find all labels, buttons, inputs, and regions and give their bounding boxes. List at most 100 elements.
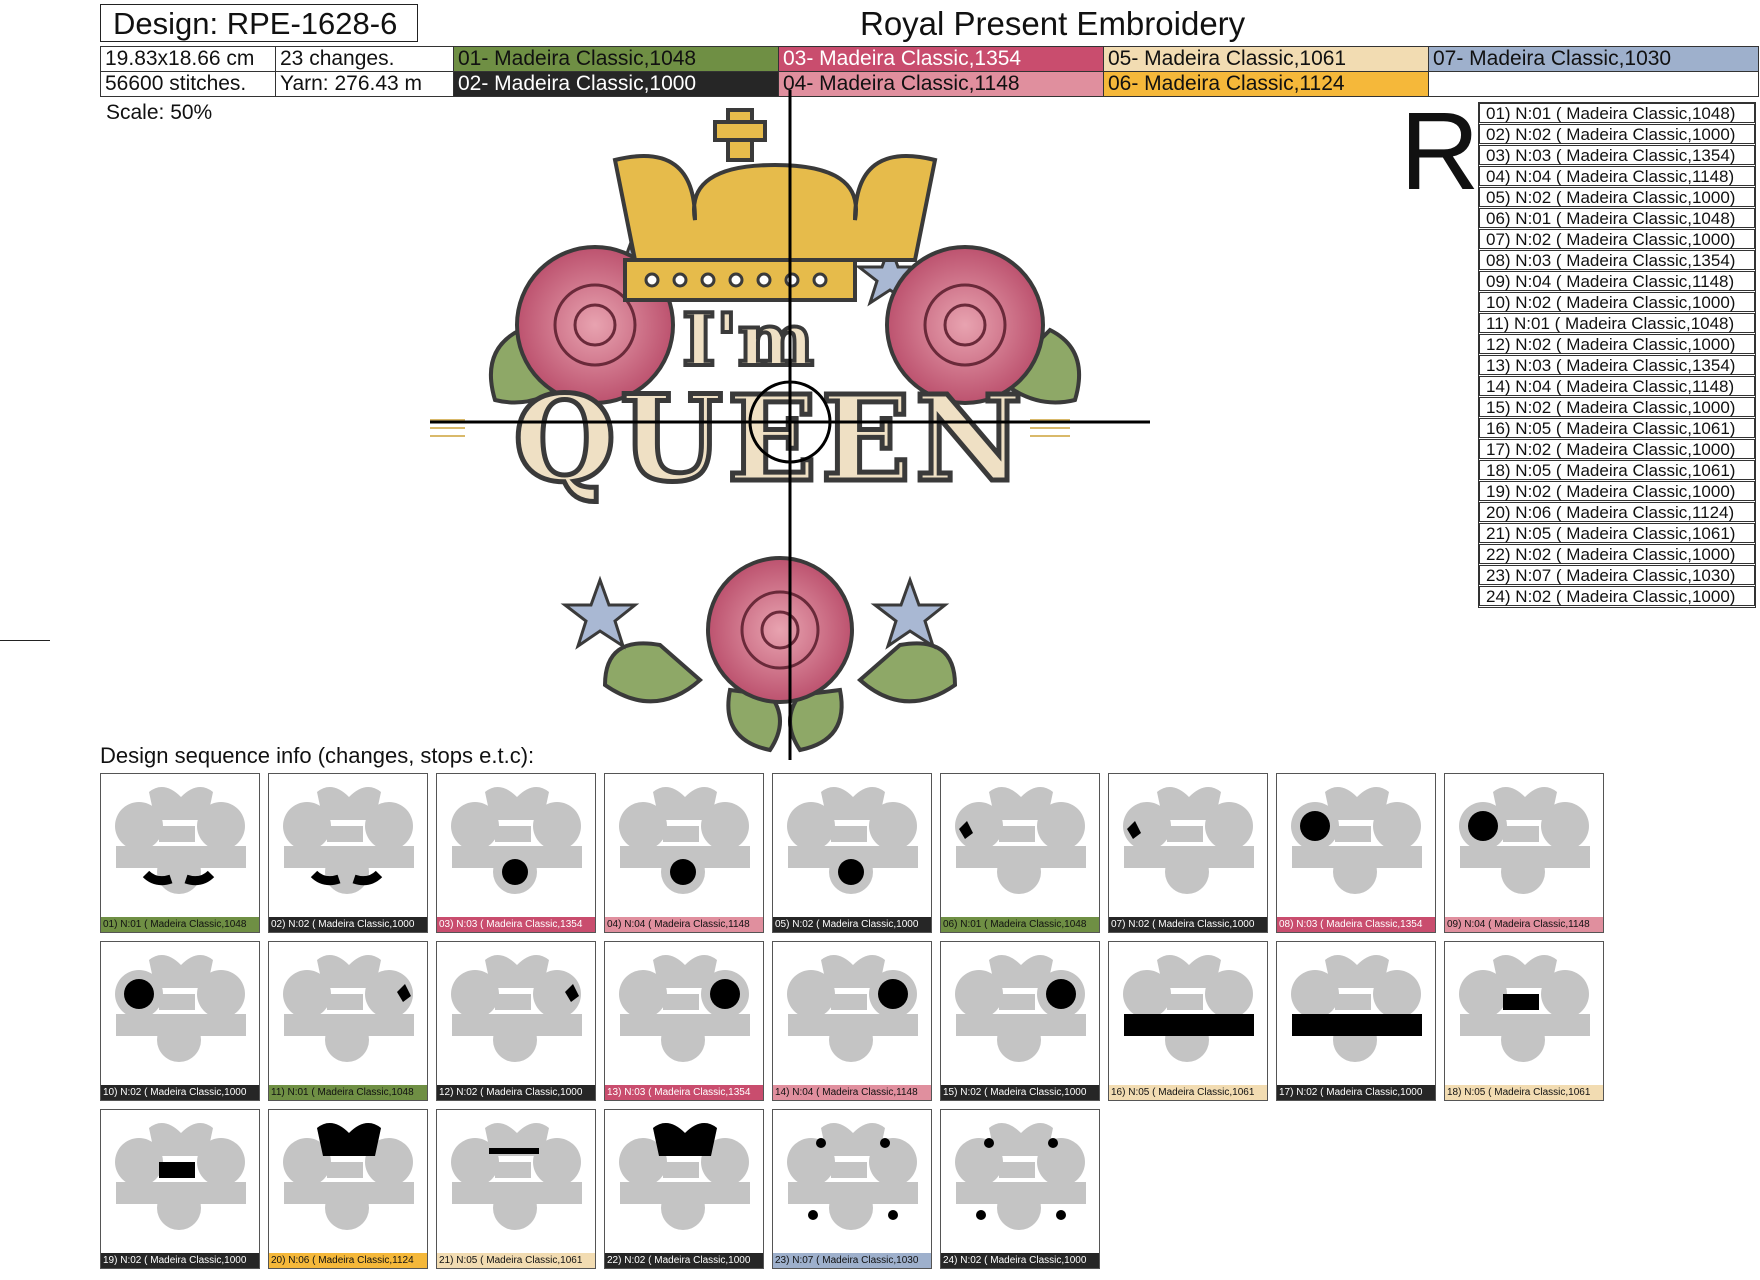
sequence-thumbnail: 11) N:01 ( Madeira Classic,1048: [268, 941, 428, 1101]
sequence-thumbnail: 13) N:03 ( Madeira Classic,1354: [604, 941, 764, 1101]
design-id-box: Design: RPE-1628-6: [100, 4, 418, 42]
thumbnail-preview: [115, 787, 246, 894]
yarn-cell: Yarn: 276.43 m: [275, 71, 454, 97]
sequence-thumbnail: 24) N:02 ( Madeira Classic,1000: [940, 1109, 1100, 1269]
color-swatch-01: 01- Madeira Classic,1048: [453, 46, 779, 72]
sequence-thumbnail: 01) N:01 ( Madeira Classic,1048: [100, 773, 260, 933]
margin-mark: [0, 640, 50, 641]
thumbnail-preview: [1291, 955, 1422, 1062]
step-row: 07) N:02 ( Madeira Classic,1000): [1479, 229, 1755, 249]
color-swatch-05: 05- Madeira Classic,1061: [1103, 46, 1429, 72]
step-row: 14) N:04 ( Madeira Classic,1148): [1479, 376, 1755, 396]
thumbnail-caption: 04) N:04 ( Madeira Classic,1148: [605, 917, 763, 932]
thumbnail-caption: 06) N:01 ( Madeira Classic,1048: [941, 917, 1099, 932]
thumbnail-preview: [619, 787, 750, 894]
thumbnail-preview: [619, 955, 750, 1062]
thumbnail-caption: 23) N:07 ( Madeira Classic,1030: [773, 1253, 931, 1268]
step-row: 20) N:06 ( Madeira Classic,1124): [1479, 502, 1755, 522]
thumbnail-caption: 09) N:04 ( Madeira Classic,1148: [1445, 917, 1603, 932]
step-row: 11) N:01 ( Madeira Classic,1048): [1479, 313, 1755, 333]
sequence-thumbnail: 15) N:02 ( Madeira Classic,1000: [940, 941, 1100, 1101]
sequence-thumbnail: 10) N:02 ( Madeira Classic,1000: [100, 941, 260, 1101]
thumbnail-preview: [115, 1123, 246, 1230]
sequence-thumbnail: 16) N:05 ( Madeira Classic,1061: [1108, 941, 1268, 1101]
sequence-thumbnail: 09) N:04 ( Madeira Classic,1148: [1444, 773, 1604, 933]
step-row: 10) N:02 ( Madeira Classic,1000): [1479, 292, 1755, 312]
thumbnail-preview: [1291, 787, 1422, 894]
thumbnail-caption: 11) N:01 ( Madeira Classic,1048: [269, 1085, 427, 1100]
step-row: 17) N:02 ( Madeira Classic,1000): [1479, 439, 1755, 459]
thumbnail-caption: 12) N:02 ( Madeira Classic,1000: [437, 1085, 595, 1100]
thumbnail-caption: 18) N:05 ( Madeira Classic,1061: [1445, 1085, 1603, 1100]
thumbnail-caption: 17) N:02 ( Madeira Classic,1000: [1277, 1085, 1435, 1100]
thumbnail-caption: 19) N:02 ( Madeira Classic,1000: [101, 1253, 259, 1268]
sequence-thumbnail: 14) N:04 ( Madeira Classic,1148: [772, 941, 932, 1101]
step-row: 13) N:03 ( Madeira Classic,1354): [1479, 355, 1755, 375]
step-row: 16) N:05 ( Madeira Classic,1061): [1479, 418, 1755, 438]
step-row: 18) N:05 ( Madeira Classic,1061): [1479, 460, 1755, 480]
thumbnail-preview: [1459, 787, 1590, 894]
size-cell: 19.83x18.66 cm: [100, 46, 276, 72]
sequence-thumbnail: 18) N:05 ( Madeira Classic,1061: [1444, 941, 1604, 1101]
sequence-thumbnail: 19) N:02 ( Madeira Classic,1000: [100, 1109, 260, 1269]
step-row: 19) N:02 ( Madeira Classic,1000): [1479, 481, 1755, 501]
step-row: 05) N:02 ( Madeira Classic,1000): [1479, 187, 1755, 207]
step-row: 01) N:01 ( Madeira Classic,1048): [1479, 103, 1755, 123]
step-row: 12) N:02 ( Madeira Classic,1000): [1479, 334, 1755, 354]
thumbnail-preview: [787, 787, 918, 894]
queen-text: QUEEN: [513, 369, 1026, 508]
step-row: 02) N:02 ( Madeira Classic,1000): [1479, 124, 1755, 144]
thumbnail-caption: 21) N:05 ( Madeira Classic,1061: [437, 1253, 595, 1268]
thumbnail-caption: 22) N:02 ( Madeira Classic,1000: [605, 1253, 763, 1268]
thumbnail-preview: [787, 955, 918, 1062]
thumbnail-caption: 16) N:05 ( Madeira Classic,1061: [1109, 1085, 1267, 1100]
step-row: 15) N:02 ( Madeira Classic,1000): [1479, 397, 1755, 417]
thumbnail-preview: [619, 1123, 750, 1230]
thumbnail-preview: [955, 955, 1086, 1062]
thumbnail-preview: [1459, 955, 1590, 1062]
step-list: 01) N:01 ( Madeira Classic,1048) 02) N:02…: [1478, 102, 1756, 608]
step-row: 22) N:02 ( Madeira Classic,1000): [1479, 544, 1755, 564]
sequence-thumbnail: 05) N:02 ( Madeira Classic,1000: [772, 773, 932, 933]
thumbnail-preview: [955, 787, 1086, 894]
thumbnail-preview: [283, 955, 414, 1062]
changes-cell: 23 changes.: [275, 46, 454, 72]
step-row: 04) N:04 ( Madeira Classic,1148): [1479, 166, 1755, 186]
thumbnail-caption: 01) N:01 ( Madeira Classic,1048: [101, 917, 259, 932]
color-swatch-03: 03- Madeira Classic,1354: [778, 46, 1104, 72]
thumbnail-preview: [1123, 955, 1254, 1062]
sequence-thumbnail: 17) N:02 ( Madeira Classic,1000: [1276, 941, 1436, 1101]
sequence-thumbnail: 20) N:06 ( Madeira Classic,1124: [268, 1109, 428, 1269]
thumbnail-caption: 14) N:04 ( Madeira Classic,1148: [773, 1085, 931, 1100]
thumbnail-caption: 20) N:06 ( Madeira Classic,1124: [269, 1253, 427, 1268]
thumbnail-caption: 02) N:02 ( Madeira Classic,1000: [269, 917, 427, 932]
thumbnail-preview: [451, 1123, 582, 1230]
sequence-thumbnail: 23) N:07 ( Madeira Classic,1030: [772, 1109, 932, 1269]
thumbnail-preview: [283, 787, 414, 894]
thumbnail-caption: 07) N:02 ( Madeira Classic,1000: [1109, 917, 1267, 932]
thumbnail-preview: [955, 1123, 1086, 1230]
sequence-thumbnail: 06) N:01 ( Madeira Classic,1048: [940, 773, 1100, 933]
step-row: 23) N:07 ( Madeira Classic,1030): [1479, 565, 1755, 585]
thumbnail-preview: [283, 1123, 414, 1230]
thumbnail-caption: 15) N:02 ( Madeira Classic,1000: [941, 1085, 1099, 1100]
sequence-thumbnail: 22) N:02 ( Madeira Classic,1000: [604, 1109, 764, 1269]
thumbnail-caption: 08) N:03 ( Madeira Classic,1354: [1277, 917, 1435, 932]
sequence-thumbnail: 12) N:02 ( Madeira Classic,1000: [436, 941, 596, 1101]
sequence-grid: 01) N:01 ( Madeira Classic,1048 02) N:02 …: [100, 773, 1620, 1273]
orientation-letter: R: [1400, 90, 1480, 213]
sequence-thumbnail: 07) N:02 ( Madeira Classic,1000: [1108, 773, 1268, 933]
sequence-thumbnail: 21) N:05 ( Madeira Classic,1061: [436, 1109, 596, 1269]
step-row: 06) N:01 ( Madeira Classic,1048): [1479, 208, 1755, 228]
sequence-thumbnail: 04) N:04 ( Madeira Classic,1148: [604, 773, 764, 933]
thumbnail-caption: 13) N:03 ( Madeira Classic,1354: [605, 1085, 763, 1100]
thumbnail-preview: [787, 1123, 918, 1230]
thumbnail-preview: [451, 787, 582, 894]
thumbnail-caption: 03) N:03 ( Madeira Classic,1354: [437, 917, 595, 932]
thumbnail-caption: 24) N:02 ( Madeira Classic,1000: [941, 1253, 1099, 1268]
thumbnail-preview: [451, 955, 582, 1062]
step-row: 08) N:03 ( Madeira Classic,1354): [1479, 250, 1755, 270]
sequence-thumbnail: 08) N:03 ( Madeira Classic,1354: [1276, 773, 1436, 933]
thumbnail-preview: [115, 955, 246, 1062]
step-row: 03) N:03 ( Madeira Classic,1354): [1479, 145, 1755, 165]
